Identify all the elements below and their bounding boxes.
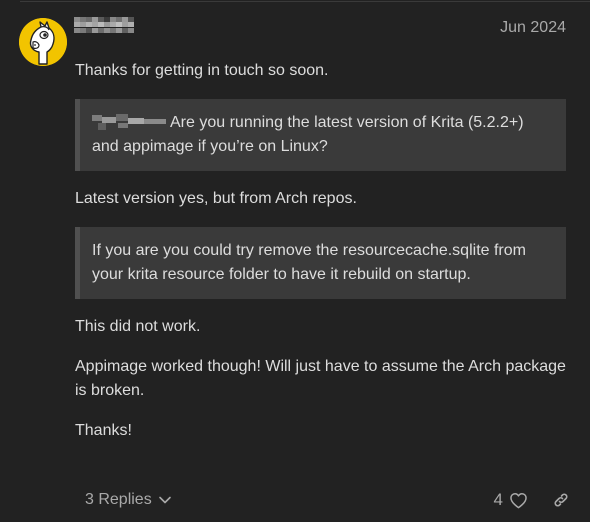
username-redacted[interactable] (74, 17, 134, 33)
chevron-down-icon (158, 496, 171, 504)
post-controls: 3 Replies 4 (75, 484, 590, 516)
link-icon (554, 493, 568, 507)
post-paragraph: Thanks for getting in touch so soon. (75, 62, 329, 79)
post-body: Thanks for getting in touch so soon. Are… (75, 59, 566, 459)
quote-text: If you are you could try remove the reso… (92, 242, 526, 283)
quote-block: Are you running the latest version of Kr… (75, 99, 566, 171)
heart-icon (510, 492, 527, 508)
post-paragraph: This did not work. (75, 318, 201, 335)
post-paragraph: Appimage worked though! Will just have t… (75, 358, 566, 399)
like-count: 4 (493, 490, 503, 509)
like-button[interactable]: 4 (494, 484, 528, 516)
quote-username-redacted[interactable] (92, 113, 166, 131)
post-paragraph: Thanks! (75, 422, 132, 439)
user-avatar[interactable] (19, 18, 67, 66)
post-date[interactable]: Jun 2024 (500, 19, 566, 37)
replies-label: 3 Replies (85, 491, 152, 508)
quote-block: If you are you could try remove the reso… (75, 227, 566, 299)
post-paragraph: Latest version yes, but from Arch repos. (75, 190, 357, 207)
share-link-button[interactable] (552, 484, 570, 516)
horse-avatar-icon (19, 18, 67, 66)
top-divider (20, 1, 590, 2)
replies-button[interactable]: 3 Replies (75, 484, 182, 516)
